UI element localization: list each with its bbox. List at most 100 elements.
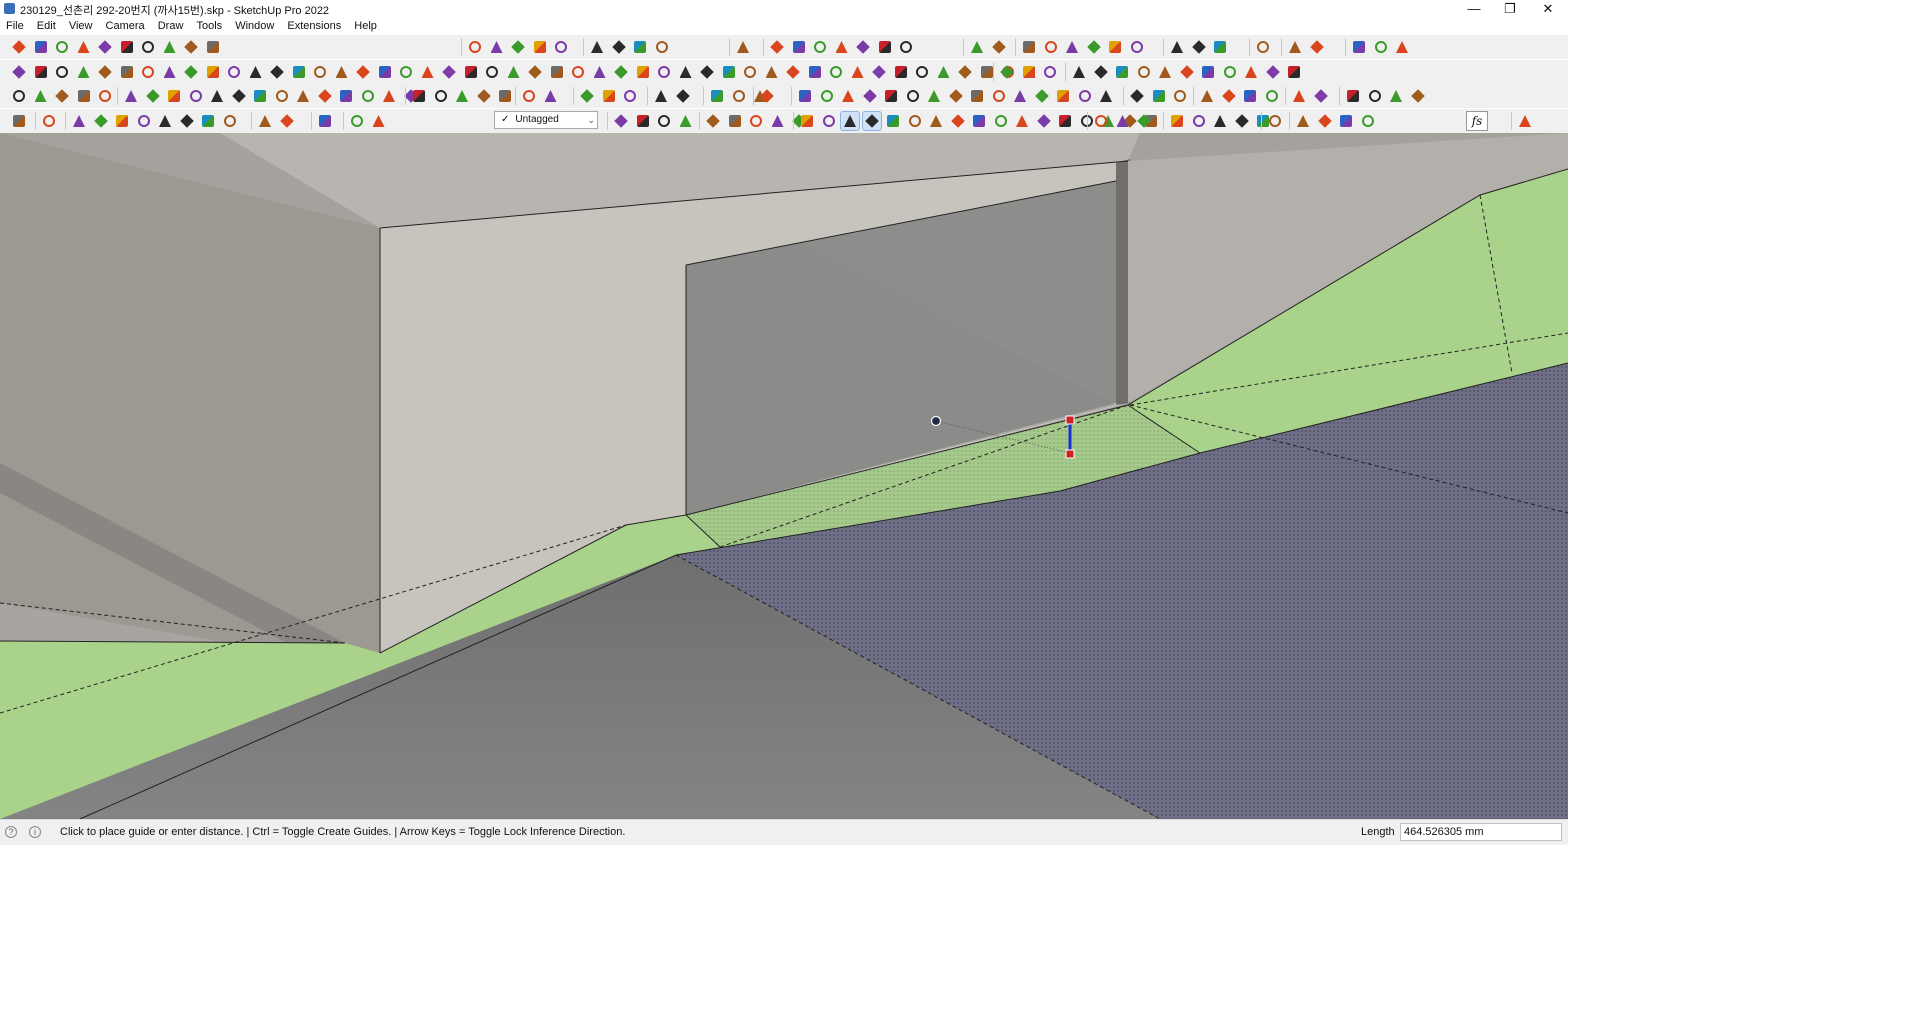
toolbar-tool-icon[interactable] xyxy=(531,38,549,56)
toolbar-tool-icon[interactable] xyxy=(655,112,673,130)
toolbar-tool-icon[interactable] xyxy=(1128,38,1146,56)
toolbar-tool-icon[interactable] xyxy=(348,112,366,130)
toolbar-tool-icon[interactable] xyxy=(992,112,1010,130)
toolbar-tool-icon[interactable] xyxy=(1316,112,1334,130)
toolbar-tool-icon[interactable] xyxy=(1113,63,1131,81)
toolbar-tool-icon[interactable] xyxy=(1359,112,1377,130)
toolbar-tool-icon[interactable] xyxy=(1366,87,1384,105)
toolbar-tool-icon[interactable] xyxy=(96,87,114,105)
toolbar-tool-icon[interactable] xyxy=(161,63,179,81)
toolbar-tool-icon[interactable] xyxy=(475,87,493,105)
toolbar-tool-icon[interactable] xyxy=(278,112,296,130)
toolbar-tool-icon[interactable] xyxy=(359,87,377,105)
toolbar-tool-icon[interactable] xyxy=(548,63,566,81)
toolbar-tool-icon[interactable] xyxy=(1033,87,1051,105)
toolbar-tool-icon[interactable] xyxy=(1409,87,1427,105)
toolbar-tool-icon[interactable] xyxy=(509,38,527,56)
toolbar-tool-icon[interactable] xyxy=(927,112,945,130)
toolbar-tool-icon[interactable] xyxy=(677,112,695,130)
toolbar-tool-icon[interactable] xyxy=(674,87,692,105)
toolbar-tool-icon[interactable] xyxy=(1106,38,1124,56)
toolbar-tool-icon[interactable] xyxy=(818,87,836,105)
toolbar-tool-icon[interactable] xyxy=(798,112,816,130)
toolbar-tool-icon[interactable] xyxy=(634,63,652,81)
toolbar-tool-icon[interactable] xyxy=(187,87,205,105)
toolbar-tool-icon[interactable] xyxy=(1254,38,1272,56)
toolbar-tool-icon[interactable] xyxy=(1135,63,1153,81)
menu-extensions[interactable]: Extensions xyxy=(283,18,345,35)
toolbar-tool-icon[interactable] xyxy=(870,63,888,81)
toolbar-tool-icon[interactable] xyxy=(1233,112,1251,130)
toolbar-tool-icon[interactable] xyxy=(526,63,544,81)
toolbar-tool-icon[interactable] xyxy=(904,87,922,105)
toolbar-tool-icon[interactable] xyxy=(1168,38,1186,56)
toolbar-tool-icon[interactable] xyxy=(204,38,222,56)
toolbar-tool-icon[interactable] xyxy=(1290,87,1308,105)
toolbar-tool-icon[interactable] xyxy=(354,63,372,81)
toolbar-tool-icon[interactable] xyxy=(53,63,71,81)
toolbar-tool-icon[interactable] xyxy=(75,63,93,81)
toolbar-tool-icon[interactable] xyxy=(1286,38,1304,56)
toolbar-tool-icon[interactable] xyxy=(947,87,965,105)
toolbar-tool-icon[interactable] xyxy=(70,112,88,130)
tag-dropdown[interactable]: ✓ Untagged ⌄ xyxy=(494,111,598,129)
toolbar-tool-icon[interactable] xyxy=(32,38,50,56)
toolbar-tool-icon[interactable] xyxy=(1372,38,1390,56)
toolbar-tool-icon[interactable] xyxy=(1171,87,1189,105)
toolbar-tool-icon[interactable] xyxy=(1156,63,1174,81)
toolbar-tool-icon[interactable] xyxy=(1097,87,1115,105)
toolbar-tool-icon[interactable] xyxy=(1393,38,1411,56)
toolbar-tool-icon[interactable] xyxy=(75,87,93,105)
toolbar-tool-icon[interactable] xyxy=(1056,112,1074,130)
menu-camera[interactable]: Camera xyxy=(102,18,149,35)
toolbar-tool-icon[interactable] xyxy=(311,63,329,81)
toolbar-tool-icon[interactable] xyxy=(610,38,628,56)
toolbar-tool-icon[interactable] xyxy=(634,112,652,130)
toolbar-tool-icon[interactable] xyxy=(704,112,722,130)
toolbar-tool-icon[interactable] xyxy=(906,112,924,130)
help-icon[interactable]: ? xyxy=(5,826,17,838)
toolbar-tool-icon[interactable] xyxy=(569,63,587,81)
toolbar-tool-icon[interactable] xyxy=(677,63,695,81)
toolbar-tool-icon[interactable] xyxy=(256,112,274,130)
toolbar-tool-icon[interactable] xyxy=(578,87,596,105)
restore-button[interactable]: ❐ xyxy=(1492,0,1528,18)
toolbar-tool-icon[interactable] xyxy=(397,63,415,81)
toolbar-tool-icon[interactable] xyxy=(290,63,308,81)
toolbar-tool-icon[interactable] xyxy=(1013,112,1031,130)
toolbar-tool-icon[interactable] xyxy=(820,112,838,130)
toolbar-tool-icon[interactable] xyxy=(552,38,570,56)
toolbar-tool-icon[interactable] xyxy=(113,112,131,130)
toolbar-tool-icon[interactable] xyxy=(806,63,824,81)
toolbar-tool-icon[interactable] xyxy=(204,63,222,81)
toolbar-tool-icon[interactable] xyxy=(1135,112,1153,130)
toolbar-tool-icon[interactable] xyxy=(316,87,334,105)
toolbar-tool-icon[interactable] xyxy=(230,87,248,105)
toolbar-tool-icon[interactable] xyxy=(165,87,183,105)
menu-window[interactable]: Window xyxy=(231,18,278,35)
toolbar-tool-icon[interactable] xyxy=(1516,112,1534,130)
toolbar-tool-icon[interactable] xyxy=(1190,38,1208,56)
toolbar-tool-icon[interactable] xyxy=(840,111,860,131)
toolbar-tool-icon[interactable] xyxy=(1070,63,1088,81)
toolbar-tool-icon[interactable] xyxy=(337,87,355,105)
toolbar-tool-icon[interactable] xyxy=(925,87,943,105)
toolbar-tool-icon[interactable] xyxy=(790,38,808,56)
toolbar-tool-icon[interactable] xyxy=(1312,87,1330,105)
toolbar-tool-icon[interactable] xyxy=(370,112,388,130)
toolbar-tool-icon[interactable] xyxy=(1344,87,1362,105)
toolbar-tool-icon[interactable] xyxy=(726,112,744,130)
toolbar-tool-icon[interactable] xyxy=(1241,87,1259,105)
toolbar-tool-icon[interactable] xyxy=(294,87,312,105)
toolbar-tool-icon[interactable] xyxy=(1035,112,1053,130)
toolbar-tool-icon[interactable] xyxy=(505,63,523,81)
toolbar-tool-icon[interactable] xyxy=(990,38,1008,56)
toolbar-tool-icon[interactable] xyxy=(734,38,752,56)
toolbar-tool-icon[interactable] xyxy=(990,87,1008,105)
toolbar-tool-icon[interactable] xyxy=(621,87,639,105)
toolbar-tool-icon[interactable] xyxy=(1011,87,1029,105)
menu-file[interactable]: File xyxy=(2,18,28,35)
toolbar-tool-icon[interactable] xyxy=(251,87,269,105)
toolbar-tool-icon[interactable] xyxy=(730,87,748,105)
toolbar-tool-icon[interactable] xyxy=(1211,38,1229,56)
